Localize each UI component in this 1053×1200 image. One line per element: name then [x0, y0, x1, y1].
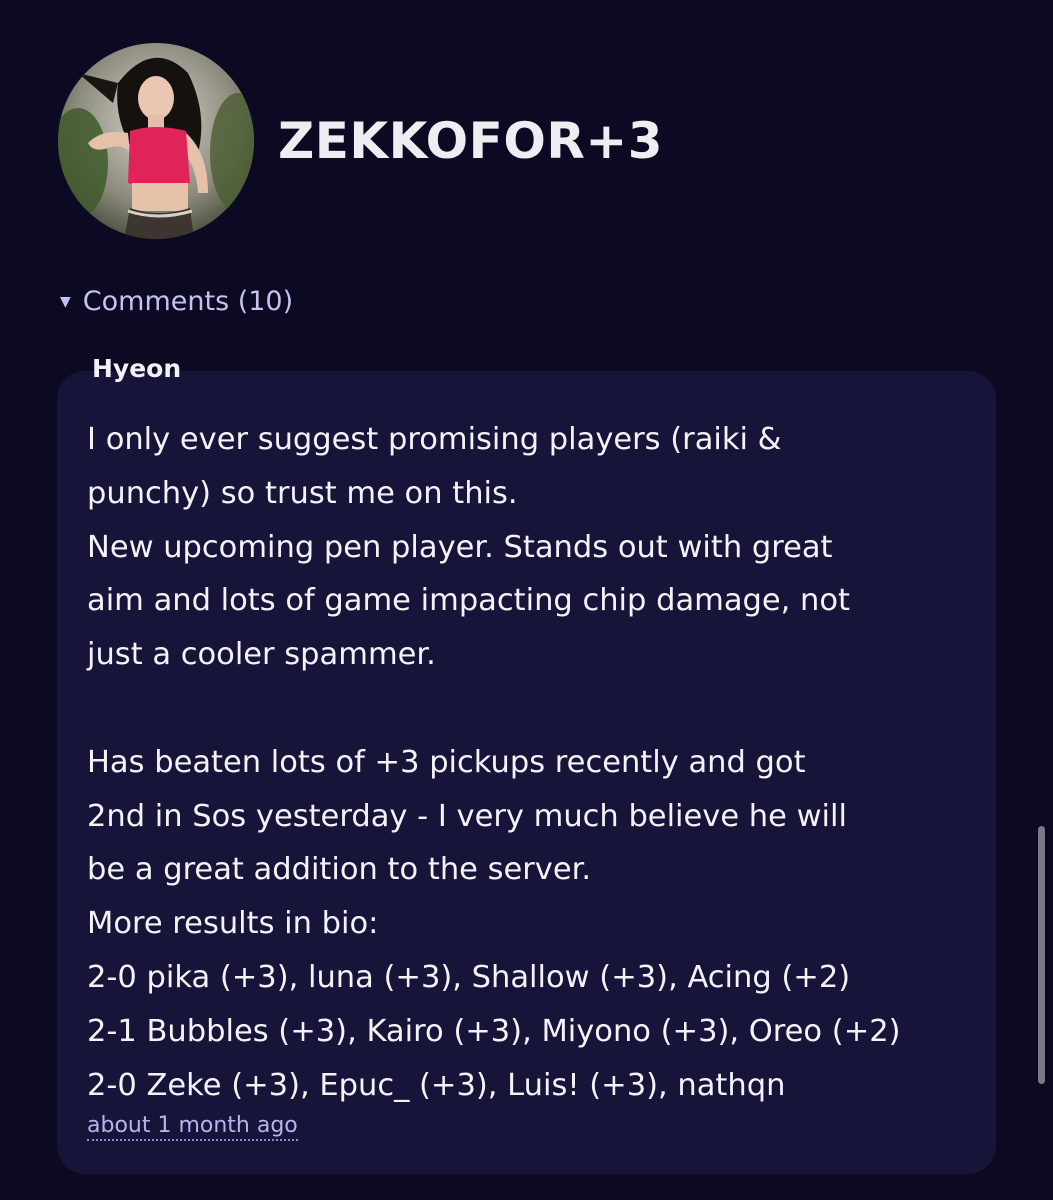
profile-username: ZEKKOFOR+3: [278, 112, 664, 170]
comment-card: I only ever suggest promising players (r…: [57, 371, 996, 1174]
avatar[interactable]: [58, 43, 254, 239]
comments-count-label: Comments (10): [82, 286, 294, 317]
comment-body: I only ever suggest promising players (r…: [87, 422, 901, 1103]
caret-down-icon: ▼: [60, 293, 71, 310]
avatar-image: [58, 43, 254, 239]
comment-timestamp[interactable]: about 1 month ago: [87, 1113, 298, 1141]
comment-author[interactable]: Hyeon: [92, 354, 181, 383]
comments-toggle[interactable]: ▼ Comments (10): [60, 286, 293, 317]
scrollbar[interactable]: [1038, 826, 1045, 1084]
profile-header: ZEKKOFOR+3: [58, 43, 663, 239]
